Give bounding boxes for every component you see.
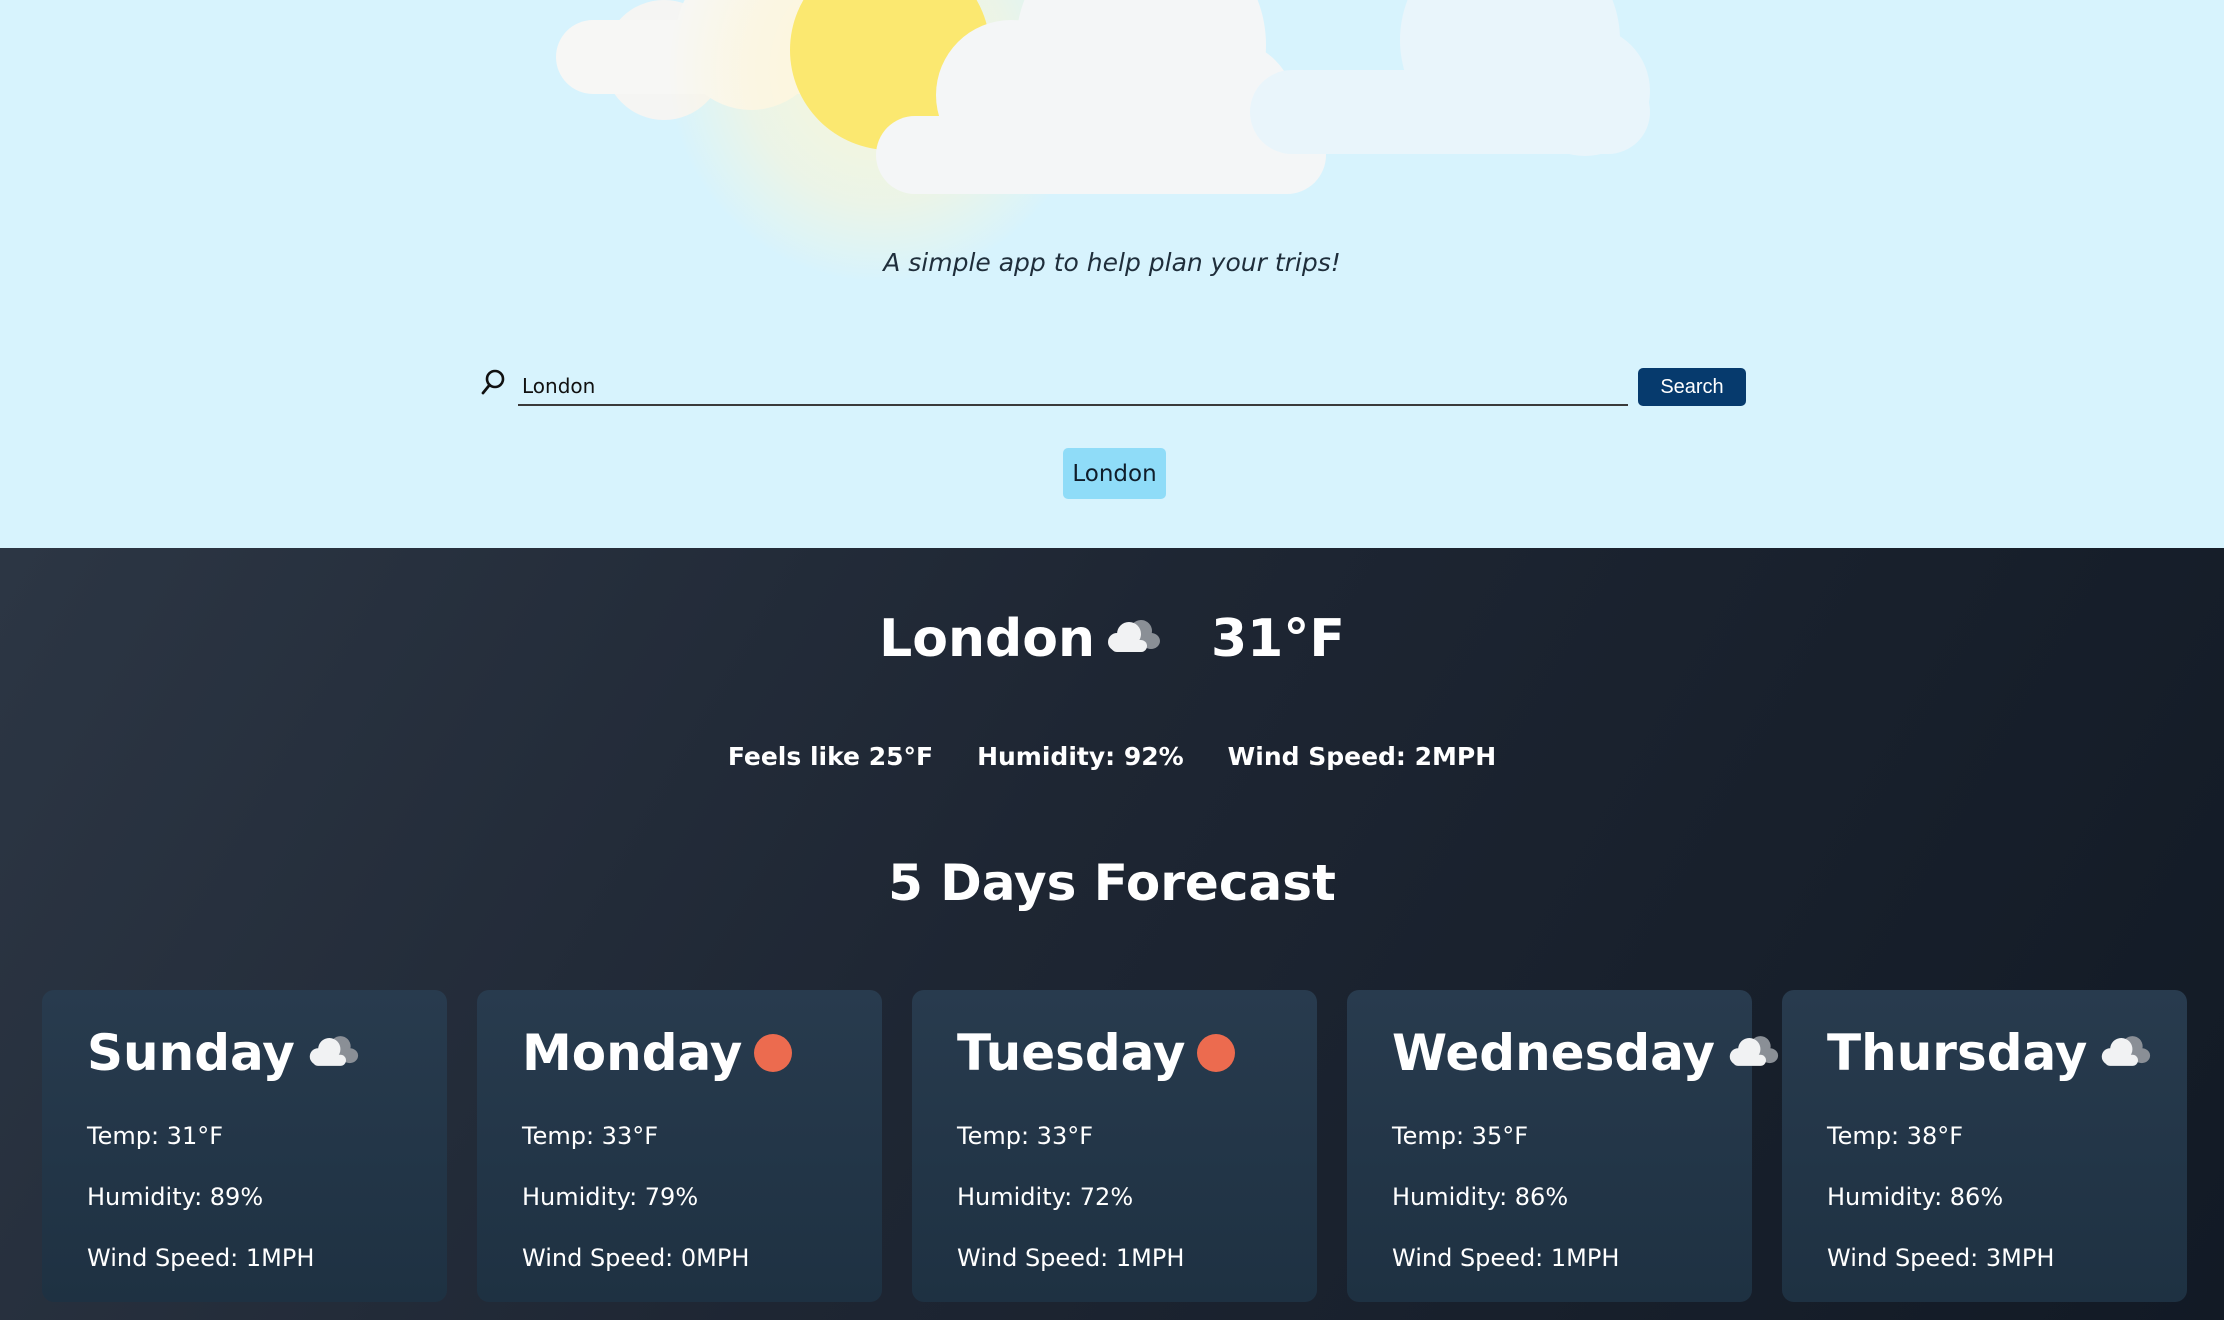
forecast-humidity: Humidity: 86% bbox=[1392, 1183, 1569, 1211]
forecast-day: Monday bbox=[522, 1024, 743, 1082]
forecast-day: Sunday bbox=[87, 1024, 295, 1082]
current-humidity: Humidity: 92% bbox=[977, 742, 1184, 771]
forecast-humidity: Humidity: 89% bbox=[87, 1183, 264, 1211]
forecast-wind-speed: Wind Speed: 0MPH bbox=[522, 1244, 750, 1272]
search-bar: Search bbox=[480, 362, 1750, 412]
current-city: London bbox=[879, 609, 1095, 669]
forecast-humidity: Humidity: 79% bbox=[522, 1183, 699, 1211]
forecast-day: Tuesday bbox=[957, 1024, 1186, 1082]
cloudy-icon bbox=[307, 1024, 359, 1082]
forecast-day-heading: Thursday bbox=[1827, 1024, 2151, 1082]
forecast-day-heading: Monday bbox=[522, 1024, 793, 1082]
cloudy-icon bbox=[1105, 609, 1161, 669]
cloudy-icon bbox=[1727, 1024, 1779, 1082]
hero-banner: A simple app to help plan your trips! Se… bbox=[0, 0, 2224, 548]
current-weather: London 31°F bbox=[0, 604, 2224, 674]
forecast-card: Thursday Temp: 38°F Humidity: 86% Wind S… bbox=[1782, 990, 2187, 1302]
forecast-card: Tuesday Temp: 33°F Humidity: 72% Wind Sp… bbox=[912, 990, 1317, 1302]
forecast-day-heading: Wednesday bbox=[1392, 1024, 1779, 1082]
forecast-card: Wednesday Temp: 35°F Humidity: 86% Wind … bbox=[1347, 990, 1779, 1302]
sun-icon bbox=[754, 1034, 793, 1072]
forecast-wind-speed: Wind Speed: 1MPH bbox=[957, 1244, 1185, 1272]
forecast-day-heading: Tuesday bbox=[957, 1024, 1236, 1082]
forecast-temp: Temp: 35°F bbox=[1392, 1122, 1529, 1150]
sun-icon bbox=[1197, 1034, 1236, 1072]
forecast-day-heading: Sunday bbox=[87, 1024, 359, 1082]
current-details: Feels like 25°F Humidity: 92% Wind Speed… bbox=[0, 742, 2224, 771]
forecast-card: Sunday Temp: 31°F Humidity: 89% Wind Spe… bbox=[42, 990, 447, 1302]
forecast-temp: Temp: 33°F bbox=[957, 1122, 1094, 1150]
search-icon bbox=[480, 368, 506, 396]
feels-like: Feels like 25°F bbox=[727, 742, 934, 771]
forecast-humidity: Humidity: 86% bbox=[1827, 1183, 2004, 1211]
forecast-card: Monday Temp: 33°F Humidity: 79% Wind Spe… bbox=[477, 990, 882, 1302]
cloud-illustration bbox=[1250, 0, 1670, 156]
forecast-heading: 5 Days Forecast bbox=[888, 854, 1336, 912]
city-suggestion[interactable]: London bbox=[1063, 448, 1166, 499]
forecast-cards: Sunday Temp: 31°F Humidity: 89% Wind Spe… bbox=[42, 990, 2187, 1302]
cloudy-icon bbox=[2099, 1024, 2151, 1082]
forecast-day: Wednesday bbox=[1392, 1024, 1715, 1082]
weather-panel: London 31°F Feels like 25°F Humidity: 92… bbox=[0, 548, 2224, 1320]
forecast-wind-speed: Wind Speed: 1MPH bbox=[87, 1244, 315, 1272]
forecast-temp: Temp: 38°F bbox=[1827, 1122, 1964, 1150]
forecast-wind-speed: Wind Speed: 3MPH bbox=[1827, 1244, 2055, 1272]
search-button[interactable]: Search bbox=[1638, 368, 1746, 406]
forecast-temp: Temp: 31°F bbox=[87, 1122, 224, 1150]
city-search-input[interactable] bbox=[518, 368, 1628, 406]
forecast-temp: Temp: 33°F bbox=[522, 1122, 659, 1150]
current-temperature: 31°F bbox=[1210, 609, 1345, 669]
current-wind-speed: Wind Speed: 2MPH bbox=[1227, 742, 1497, 771]
forecast-humidity: Humidity: 72% bbox=[957, 1183, 1134, 1211]
forecast-day: Thursday bbox=[1827, 1024, 2088, 1082]
forecast-wind-speed: Wind Speed: 1MPH bbox=[1392, 1244, 1620, 1272]
app-tagline: A simple app to help plan your trips! bbox=[883, 248, 1341, 277]
